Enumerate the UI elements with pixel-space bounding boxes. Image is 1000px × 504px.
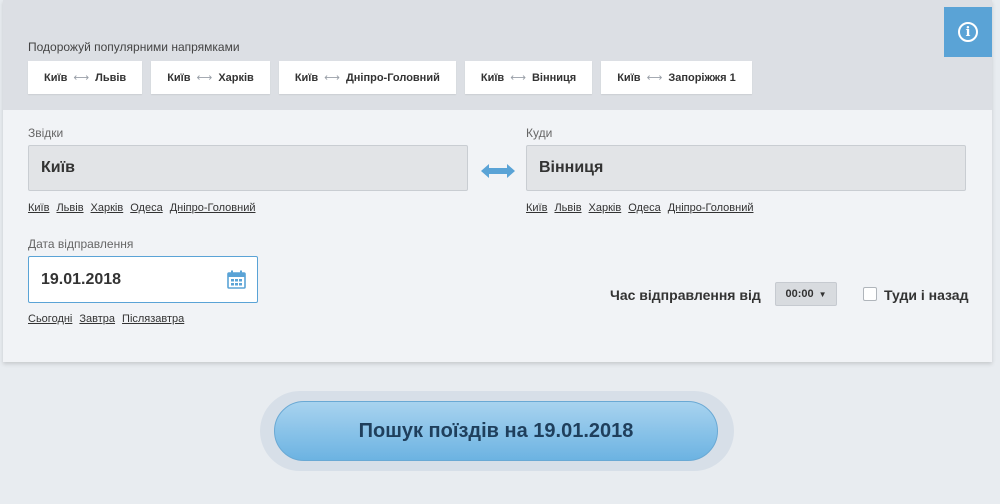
date-input[interactable]: 19.01.2018 [28, 256, 258, 303]
route-to: Львів [95, 71, 127, 84]
from-quick-links: Київ Львів Харків Одеса Дніпро-Головний [28, 202, 256, 214]
route-to: Вінниця [531, 71, 577, 84]
arrow-both-icon: ⟷ [196, 72, 213, 84]
popular-route-kyiv-vinnytsia[interactable]: Київ ⟷ Вінниця [464, 61, 593, 94]
popular-route-kyiv-kharkiv[interactable]: Київ ⟷ Харків [151, 61, 270, 94]
popular-route-kyiv-zaporizhzhia[interactable]: Київ ⟷ Запоріжжя 1 [601, 61, 752, 94]
to-quick-link[interactable]: Дніпро-Головний [668, 202, 754, 214]
to-station-input[interactable]: Вінниця [526, 145, 966, 191]
date-value: 19.01.2018 [41, 270, 122, 288]
arrow-both-icon: ⟷ [324, 72, 340, 84]
to-quick-link[interactable]: Одеса [628, 202, 660, 214]
date-quick-day-after[interactable]: Післязавтра [122, 313, 184, 325]
chevron-down-icon: ▼ [818, 289, 827, 299]
date-quick-tomorrow[interactable]: Завтра [79, 313, 115, 325]
to-label: Куди [526, 126, 553, 140]
search-form-card: Подорожуй популярними напрямками Київ ⟷ … [3, 0, 992, 362]
popular-routes-title: Подорожуй популярними напрямками [28, 40, 240, 54]
route-from: Київ [617, 71, 641, 84]
from-station-input[interactable]: Київ [28, 145, 468, 191]
from-quick-link[interactable]: Дніпро-Головний [170, 202, 256, 214]
calendar-icon[interactable] [227, 270, 246, 289]
departure-time-value: 00:00 [785, 288, 814, 300]
arrow-both-icon: ⟷ [646, 72, 663, 84]
round-trip-label[interactable]: Туди і назад [884, 287, 968, 303]
popular-route-kyiv-dnipro[interactable]: Київ ⟷ Дніпро-Головний [278, 61, 456, 94]
to-quick-link[interactable]: Львів [554, 202, 581, 214]
info-button[interactable]: i [944, 7, 992, 57]
route-from: Київ [167, 71, 191, 84]
route-from: Київ [44, 71, 68, 84]
search-trains-button[interactable]: Пошук поїздів на 19.01.2018 [274, 401, 718, 461]
to-quick-link[interactable]: Київ [526, 202, 547, 214]
date-quick-today[interactable]: Сьогодні [28, 313, 72, 325]
popular-route-kyiv-lviv[interactable]: Київ ⟷ Львів [28, 61, 143, 94]
arrow-both-icon: ⟷ [73, 72, 90, 84]
from-quick-link[interactable]: Одеса [130, 202, 162, 214]
from-quick-link[interactable]: Харків [91, 202, 124, 214]
route-from: Київ [294, 71, 319, 84]
from-quick-link[interactable]: Львів [56, 202, 83, 214]
popular-routes-list: Київ ⟷ Львів Київ ⟷ Харків Київ ⟷ Дніпро… [28, 61, 752, 94]
popular-routes-panel: Подорожуй популярними напрямками Київ ⟷ … [3, 0, 992, 110]
info-icon: i [958, 22, 978, 42]
to-quick-links: Київ Львів Харків Одеса Дніпро-Головний [526, 202, 754, 214]
route-to: Запоріжжя 1 [668, 71, 736, 84]
route-from: Київ [480, 71, 505, 84]
route-to: Харків [218, 71, 254, 84]
departure-time-label: Час відправлення від [610, 287, 761, 303]
arrow-both-icon: ⟷ [510, 72, 526, 84]
date-label: Дата відправлення [28, 237, 134, 251]
from-label: Звідки [28, 126, 64, 140]
date-quick-links: Сьогодні Завтра Післязавтра [28, 313, 184, 325]
departure-time-select[interactable]: 00:00 ▼ [775, 282, 837, 306]
route-to: Дніпро-Головний [345, 71, 440, 84]
from-quick-link[interactable]: Київ [28, 202, 49, 214]
round-trip-checkbox[interactable] [863, 287, 877, 301]
search-button-wrapper: Пошук поїздів на 19.01.2018 [260, 391, 734, 471]
swap-stations-icon[interactable] [479, 161, 517, 181]
to-quick-link[interactable]: Харків [589, 202, 622, 214]
